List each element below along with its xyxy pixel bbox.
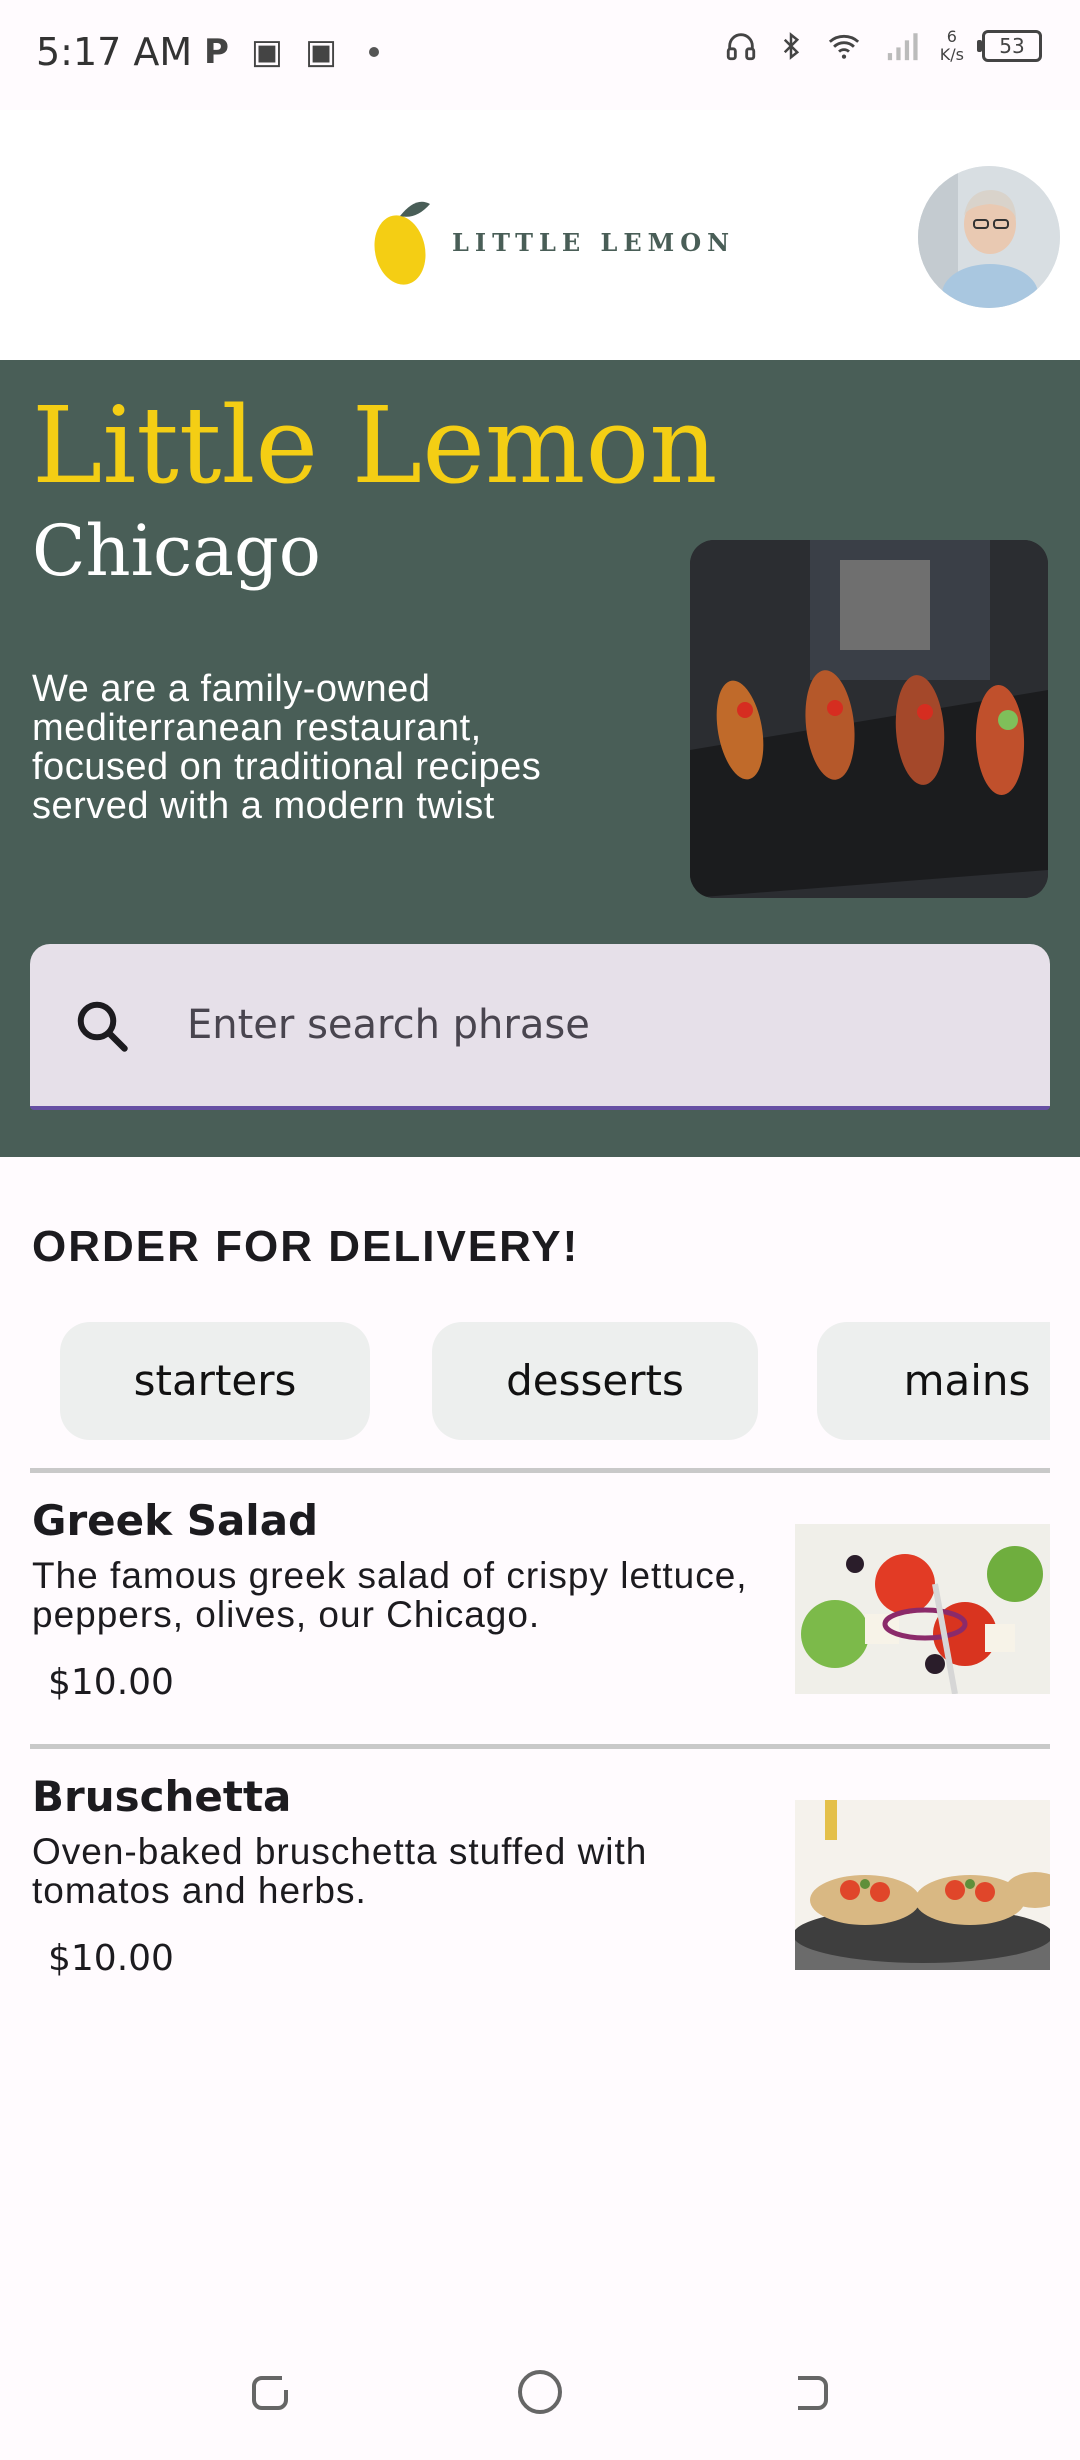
app-logo: LITTLE LEMON xyxy=(372,194,735,290)
divider xyxy=(30,1468,1050,1473)
parking-icon: P xyxy=(204,32,229,72)
logo-text: LITTLE LEMON xyxy=(452,227,736,257)
home-button[interactable] xyxy=(516,2368,564,2416)
app-notification-icon: ▣ xyxy=(305,32,338,72)
menu-item-description: The famous greek salad of crispy lettuce… xyxy=(32,1555,748,1635)
menu-item-name: Greek Salad xyxy=(32,1496,319,1545)
hero-section: Little Lemon Chicago We are a family-own… xyxy=(0,360,1080,1157)
food-tray-photo xyxy=(690,540,1048,898)
menu-item-price: $10.00 xyxy=(48,1662,174,1703)
category-chips: starters desserts mains xyxy=(60,1322,1050,1442)
battery-icon: 53 xyxy=(977,30,1042,62)
system-icons: 6 K/s 53 xyxy=(724,28,1042,64)
menu-item-name: Bruschetta xyxy=(32,1772,292,1821)
bruschetta-image xyxy=(795,1800,1050,1970)
hero-description: We are a family-owned mediterranean rest… xyxy=(32,668,542,827)
app-notification-icon: ▣ xyxy=(250,32,284,72)
notification-icons: P ▣ ▣ xyxy=(204,32,380,72)
lemon-icon xyxy=(374,201,430,285)
wifi-icon xyxy=(828,34,859,59)
system-navigation-bar xyxy=(0,2320,1080,2460)
bruschetta-photo xyxy=(795,1800,1050,1970)
category-chip-starters[interactable]: starters xyxy=(60,1322,370,1440)
search-input[interactable] xyxy=(185,984,1009,1066)
search-icon xyxy=(77,1001,128,1052)
headphones-icon xyxy=(726,33,755,61)
bluetooth-icon xyxy=(783,32,799,60)
app-header: LITTLE LEMON xyxy=(0,110,1080,360)
profile-avatar[interactable] xyxy=(918,166,1060,308)
more-notifications-dot-icon xyxy=(369,47,380,57)
hero-image xyxy=(690,540,1048,898)
recent-apps-button[interactable] xyxy=(246,2368,294,2416)
order-section-title: ORDER FOR DELIVERY! xyxy=(32,1222,580,1271)
network-speed-unit: K/s xyxy=(939,45,964,64)
status-bar: 5:17 AM P ▣ ▣ 6 K/s 53 xyxy=(0,0,1080,110)
profile-photo xyxy=(918,166,1060,308)
greek-salad-photo xyxy=(795,1524,1050,1694)
divider xyxy=(30,1744,1050,1749)
network-speed: 6 K/s xyxy=(940,28,964,64)
status-time: 5:17 AM xyxy=(36,30,193,74)
hero-city: Chicago xyxy=(32,510,321,592)
signal-icon xyxy=(887,33,918,61)
menu-item-description: Oven-baked bruschetta stuffed with tomat… xyxy=(32,1831,648,1911)
greek-salad-image xyxy=(795,1524,1050,1694)
category-chip-desserts[interactable]: desserts xyxy=(432,1322,758,1440)
network-speed-value: 6 xyxy=(946,27,957,46)
back-button[interactable] xyxy=(786,2368,834,2416)
menu-item-price: $10.00 xyxy=(48,1938,174,1979)
hero-title: Little Lemon xyxy=(32,384,718,507)
category-chip-mains[interactable]: mains xyxy=(817,1322,1050,1440)
search-bar[interactable] xyxy=(30,944,1050,1110)
